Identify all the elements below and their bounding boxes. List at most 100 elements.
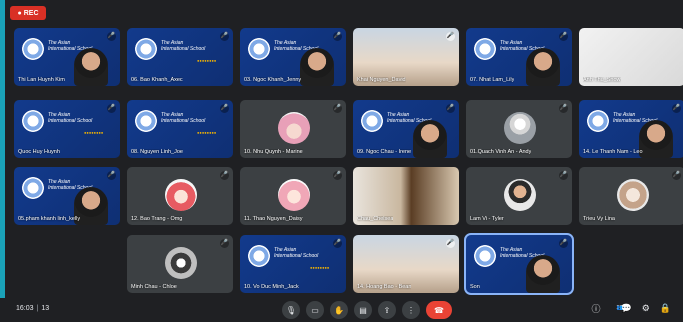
school-label: The Asian International School [274, 247, 319, 259]
school-logo-icon [248, 245, 270, 267]
mic-status-icon: 🎤 [672, 171, 681, 180]
participant-tile[interactable]: 🎤 Minh Chau - Chloe [127, 235, 233, 293]
participant-tile[interactable]: The Asian International School●●●●●●●●🎤1… [579, 100, 683, 158]
participant-tile[interactable]: The Asian International School●●●●●●●●🎤T… [14, 28, 120, 86]
participant-tile[interactable]: 🎤 Khai Nguyen_David [353, 28, 459, 86]
info-icon[interactable]: ⓘ [591, 302, 600, 315]
participant-tile[interactable]: The Asian International School●●●●●●●●🎤0… [240, 28, 346, 86]
captions-button[interactable]: ▤ [354, 301, 372, 319]
participant-name: 08. Nguyen Linh_Joe [131, 149, 183, 155]
school-logo-icon [474, 245, 496, 267]
school-logo-icon [474, 38, 496, 60]
present-button[interactable]: ⇪ [378, 301, 396, 319]
mic-status-icon: 🎤 [220, 171, 229, 180]
participant-name: 10. Nhu Quynh - Marine [244, 149, 303, 155]
present-icon: ⇪ [383, 305, 391, 315]
participant-tile[interactable]: 🎤 11. Thao Nguyen_Daisy [240, 167, 346, 225]
participant-tile[interactable]: The Asian International School●●●●●●●●🎤0… [353, 100, 459, 158]
mic-status-icon: 🎤 [559, 104, 568, 113]
participant-tile[interactable]: The Asian International School●●●●●●●●🎤0… [127, 28, 233, 86]
participant-tile[interactable]: 🎤 12. Bao Trang - Omg [127, 167, 233, 225]
participant-name: Thi Lan Huynh Kim [18, 77, 65, 83]
mic-status-icon: 🎤 [559, 239, 568, 248]
participant-tile[interactable]: The Asian International School●●●●●●●●🎤0… [466, 28, 572, 86]
dot-pattern: ●●●●●●●● [197, 130, 217, 135]
meeting-time: 16:03 | 13 [16, 305, 50, 312]
participant-tile[interactable]: The Asian International School●●●●●●●●🎤0… [14, 167, 120, 225]
raise-hand-button[interactable]: ✋ [330, 301, 348, 319]
more-icon: ⋮ [407, 305, 415, 315]
dot-pattern: ●●●●●●●● [84, 130, 104, 135]
avatar [165, 179, 197, 211]
mic-status-icon: 🎤 [107, 171, 116, 180]
mic-button[interactable]: 🎙 [282, 301, 300, 319]
participant-tile[interactable]: Anh Thu_Snow [579, 28, 683, 86]
mic-status-icon: 🎤 [333, 171, 342, 180]
mic-status-icon: 🎤 [220, 239, 229, 248]
activities-icon[interactable]: ⚙ [642, 303, 650, 314]
participant-name: 14. Le Thanh Nam - Leo [583, 149, 643, 155]
captions-icon: ▤ [359, 305, 367, 315]
mic-icon: 🎙 [285, 305, 297, 315]
participant-name: Trieu Vy Lina [583, 216, 615, 222]
end-call-button[interactable]: ☎ [426, 301, 452, 319]
participant-tile[interactable]: 🎤 01.Quach Vinh An - Andy [466, 100, 572, 158]
lock-icon[interactable]: 🔒 [660, 303, 671, 314]
participant-name: Minh Chau - Chloe [131, 284, 177, 290]
mic-status-icon: 🎤 [446, 32, 455, 41]
school-logo-icon [22, 110, 44, 132]
camera-button[interactable]: ▭ [306, 301, 324, 319]
participant-video [413, 120, 447, 158]
raise-hand-icon: ✋ [334, 305, 344, 315]
participant-name: Quoc Huy Huynh [18, 149, 60, 155]
participant-video [526, 48, 560, 86]
school-label: The Asian International School [161, 112, 206, 124]
phone-hangup-icon: ☎ [434, 305, 444, 315]
participant-tile[interactable]: The Asian International School●●●●●●●●🎤1… [240, 235, 346, 293]
participant-tile[interactable]: The Asian International School●●●●●●●●🎤S… [464, 233, 574, 295]
participant-tile[interactable]: 🎤 10. Nhu Quynh - Marine [240, 100, 346, 158]
participant-name: Lam Vi - Tyler [470, 216, 504, 222]
participant-name: 03. Ngoc Khanh_Jenny [244, 77, 302, 83]
participant-video [526, 255, 560, 293]
school-logo-icon [22, 177, 44, 199]
participant-name: 10. Vo Duc Minh_Jack [244, 284, 299, 290]
school-label: The Asian International School [48, 112, 93, 124]
camera-icon: ▭ [311, 305, 319, 315]
participant-tile[interactable]: 🎤 14. Hoang Bao - Bean [353, 235, 459, 293]
participant-video [300, 48, 334, 86]
avatar [278, 112, 310, 144]
mic-status-icon: 🎤 [446, 104, 455, 113]
mic-status-icon: 🎤 [672, 104, 681, 113]
school-logo-icon [587, 110, 609, 132]
participant-name: 05.pham khanh linh_kelly [18, 216, 81, 222]
participant-tile[interactable]: 🎤 Lam Vi - Tyler [466, 167, 572, 225]
participant-name: Khai Nguyen_David [357, 77, 406, 83]
dot-pattern: ●●●●●●●● [197, 58, 217, 63]
participant-name: 12. Bao Trang - Omg [131, 216, 183, 222]
mic-status-icon: 🎤 [107, 104, 116, 113]
mic-status-icon: 🎤 [333, 104, 342, 113]
participant-tile[interactable]: The Asian International School ●●●●●●●● 🎤 0… [127, 100, 233, 158]
school-logo-icon [361, 110, 383, 132]
participant-tile[interactable]: The Asian International School ●●●●●●●● 🎤 Q… [14, 100, 120, 158]
participant-video [74, 48, 108, 86]
avatar [165, 247, 197, 279]
participant-name: 01.Quach Vinh An - Andy [470, 149, 532, 155]
participant-tile[interactable]: 🎤 Trieu Vy Lina [579, 167, 683, 225]
mic-status-icon: 🎤 [220, 32, 229, 41]
record-dot-icon: ● [17, 9, 22, 17]
more-options-button[interactable]: ⋮ [402, 301, 420, 319]
avatar [504, 179, 536, 211]
side-panel-controls: ⓘ 27 👥 💬 ⚙ 🔒 [591, 302, 671, 315]
participant-tile[interactable]: Chau_Chelsea [353, 167, 459, 225]
mic-status-icon: 🎤 [446, 239, 455, 248]
bottom-bar: 16:03 | 13 🎙 ▭ ✋ ▤ ⇪ ⋮ ☎ ⓘ 27 👥 💬 ⚙ 🔒 [0, 298, 683, 322]
participant-name: 11. Thao Nguyen_Daisy [244, 216, 303, 222]
left-edge-strip [0, 0, 5, 322]
avatar [278, 179, 310, 211]
participant-name: Anh Thu_Snow [583, 77, 621, 83]
mic-status-icon: 🎤 [220, 104, 229, 113]
school-logo-icon [22, 38, 44, 60]
school-logo-icon [248, 38, 270, 60]
